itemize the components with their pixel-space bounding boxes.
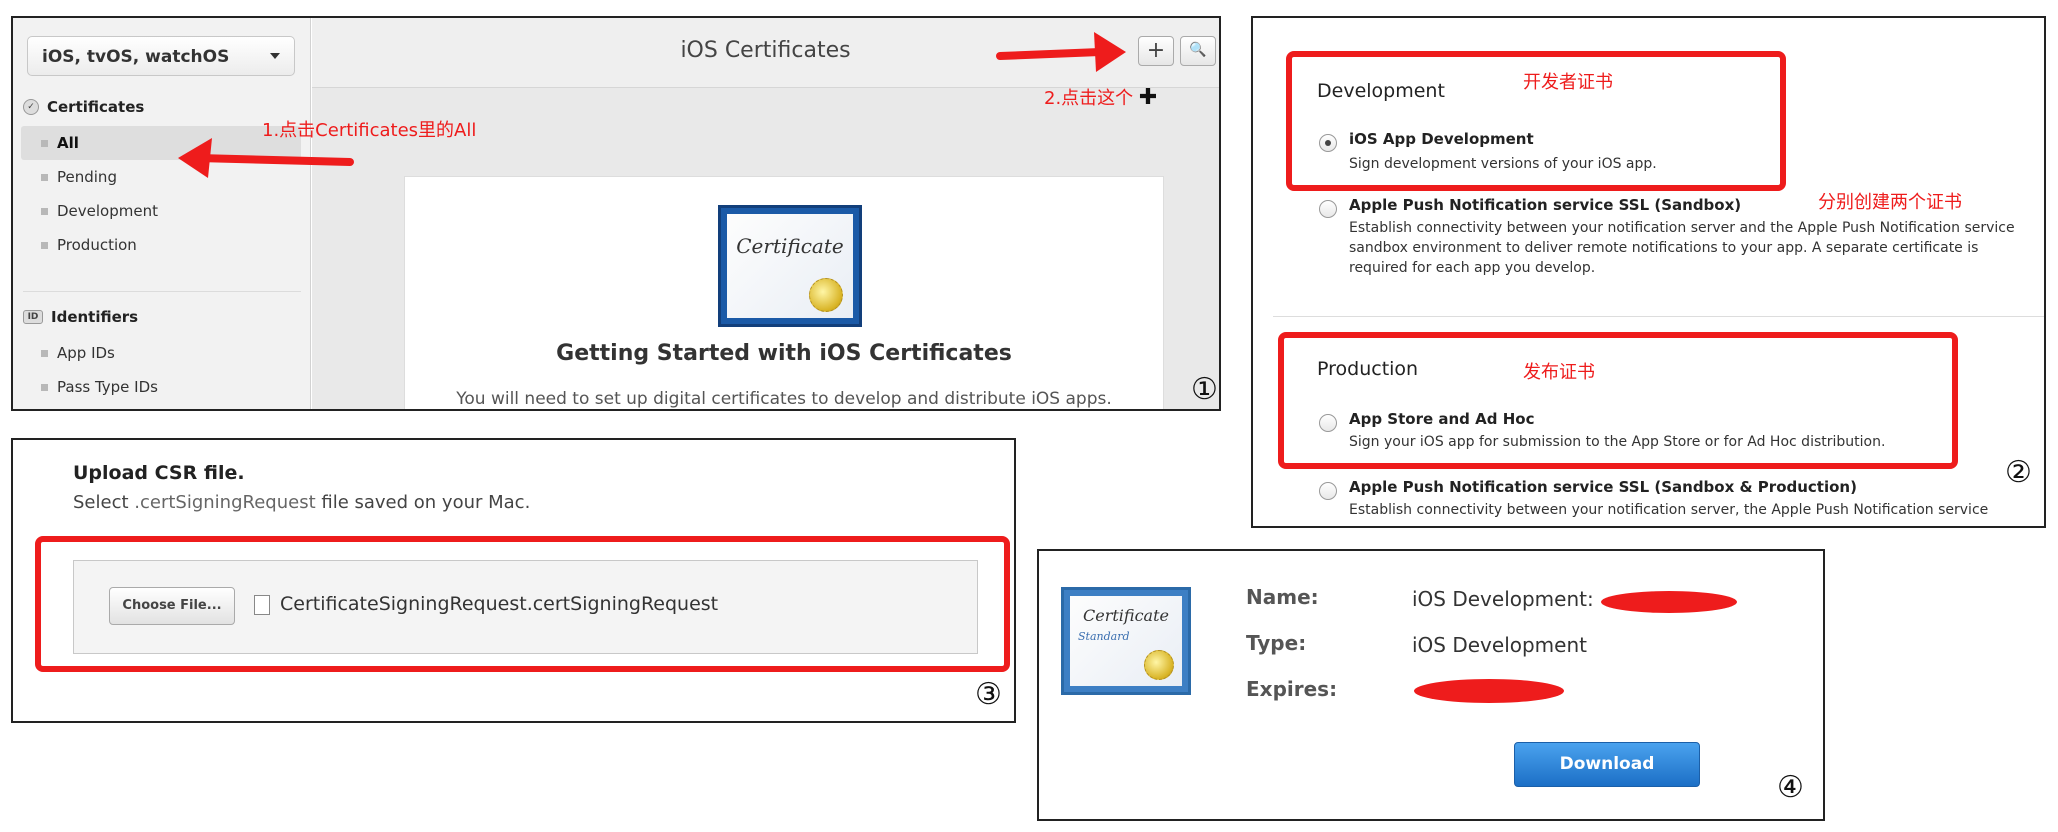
annotation-developer-cert: 开发者证书 (1523, 72, 1613, 93)
highlight-upload (35, 536, 1010, 672)
subtitle-suffix: file saved on your Mac. (315, 492, 531, 513)
step-number: ③ (975, 677, 1002, 712)
option-title: App Store and Ad Hoc (1349, 410, 1535, 428)
development-heading: Development (1317, 80, 1445, 102)
annotation-click-all: 1.点击Certificates里的All (262, 120, 477, 141)
option-title: Apple Push Notification service SSL (San… (1349, 478, 1857, 496)
upload-title: Upload CSR file. (73, 462, 245, 484)
upload-subtitle: Select .certSigningRequest file saved on… (73, 492, 530, 513)
subtitle-extension: .certSigningRequest (134, 492, 316, 513)
panel-certificate-type: Development 开发者证书 iOS App Development Si… (1251, 16, 2046, 528)
option-description: Establish connectivity between your noti… (1349, 502, 1989, 518)
annotation-click-plus: 2.点击这个 ✚ (1044, 84, 1157, 110)
option-description: Sign development versions of your iOS ap… (1349, 156, 1657, 172)
option-description: Establish connectivity between your noti… (1349, 220, 2015, 276)
plus-icon: ✚ (1138, 85, 1158, 110)
redaction-mark (1414, 679, 1564, 703)
annotation-click-plus-text: 2.点击这个 (1044, 88, 1134, 109)
subtitle-prefix: Select (73, 492, 135, 513)
download-button[interactable]: Download (1514, 742, 1700, 787)
panel-upload-csr: Upload CSR file. Select .certSigningRequ… (11, 438, 1016, 723)
certificate-icon-text: Certificate (1083, 606, 1169, 625)
step-number: ④ (1777, 770, 1804, 805)
radio-apns-production[interactable] (1319, 482, 1337, 500)
expires-label: Expires: (1246, 677, 1338, 701)
seal-icon (1144, 650, 1174, 680)
arrow-to-all (178, 138, 354, 178)
type-label: Type: (1246, 631, 1307, 655)
option-title: Apple Push Notification service SSL (San… (1349, 196, 1742, 214)
arrow-to-add (996, 32, 1126, 72)
option-title: iOS App Development (1349, 130, 1534, 148)
annotation-release-cert: 发布证书 (1523, 362, 1595, 383)
name-value: iOS Development: (1412, 587, 1594, 611)
panel-certificate-ready: Certificate Standard Name: iOS Developme… (1037, 549, 1825, 821)
section-divider (1273, 316, 2044, 317)
step-number: ② (2005, 455, 2032, 490)
certificate-standard-icon: Certificate Standard (1061, 587, 1191, 695)
redaction-mark (1601, 591, 1737, 613)
name-label: Name: (1246, 585, 1319, 609)
radio-apns-sandbox[interactable] (1319, 200, 1337, 218)
type-value: iOS Development (1412, 633, 1587, 657)
radio-ios-app-development[interactable] (1319, 134, 1337, 152)
radio-app-store-ad-hoc[interactable] (1319, 414, 1337, 432)
production-heading: Production (1317, 358, 1419, 380)
annotation-create-two: 分别创建两个证书 (1818, 192, 1962, 213)
option-description: Sign your iOS app for submission to the … (1349, 434, 1886, 450)
certificate-icon-subtext: Standard (1078, 630, 1130, 643)
